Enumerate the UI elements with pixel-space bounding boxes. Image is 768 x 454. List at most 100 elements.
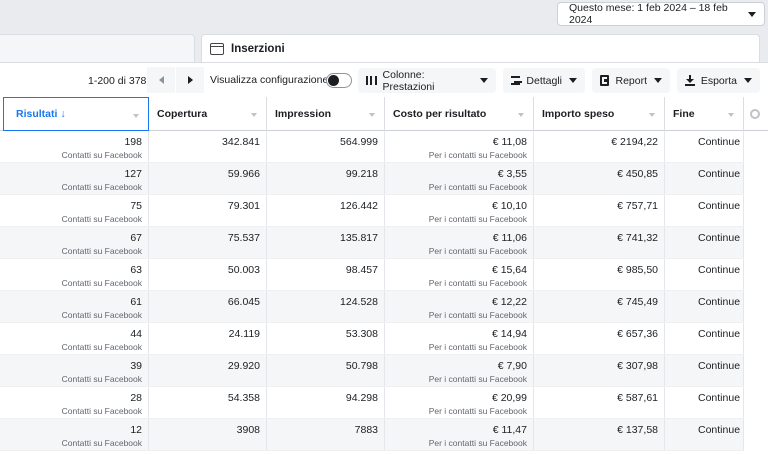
column-header-cost-per-result[interactable]: Costo per risultato xyxy=(385,97,534,131)
column-menu-icon[interactable] xyxy=(518,113,524,117)
cell-amount-spent-value: € 450,85 xyxy=(617,168,658,180)
cell-amount-spent-value: € 745,49 xyxy=(617,296,658,308)
table-row[interactable]: 127 Contatti su Facebook 59.966 99.218 € 3,5… xyxy=(0,163,744,195)
cell-cost-per-result: € 20,99 Per i contatti su Facebook xyxy=(385,387,534,419)
cell-results: 28 Contatti su Facebook xyxy=(3,387,149,419)
cell-reach: 24.119 xyxy=(149,323,267,355)
tab-ads-label: Inserzioni xyxy=(231,42,285,55)
cell-results: 12 Contatti su Facebook xyxy=(3,419,149,451)
column-header-reach[interactable]: Copertura xyxy=(149,97,267,131)
view-configuration-toggle[interactable] xyxy=(326,73,352,88)
cell-cost-per-result: € 7,90 Per i contatti su Facebook xyxy=(385,355,534,387)
column-header-label: Impression xyxy=(275,108,332,120)
table-row[interactable]: 75 Contatti su Facebook 79.301 126.442 € 10,… xyxy=(0,195,744,227)
cell-reach-value: 75.537 xyxy=(227,232,260,244)
cell-cost-per-result-subtext: Per i contatti su Facebook xyxy=(428,182,527,192)
column-header-impressions[interactable]: Impression xyxy=(267,97,385,131)
cell-results-value: 12 xyxy=(130,424,142,436)
previous-page-button[interactable] xyxy=(147,67,175,93)
cell-cost-per-result-value: € 15,64 xyxy=(491,264,527,276)
cell-amount-spent-value: € 985,50 xyxy=(617,264,658,276)
cell-impressions-value: 94.298 xyxy=(345,392,378,404)
column-menu-icon[interactable] xyxy=(133,114,139,118)
tab-ads[interactable]: Inserzioni xyxy=(201,34,760,62)
table-row[interactable]: 198 Contatti su Facebook 342.841 564.999 € 1… xyxy=(0,131,744,163)
cell-end: Continue xyxy=(665,131,744,163)
cell-cost-per-result-value: € 11,06 xyxy=(492,232,527,244)
cell-reach-value: 342.841 xyxy=(222,136,260,148)
cell-end-value: Continue xyxy=(698,264,741,276)
cell-cost-per-result-value: € 14,94 xyxy=(491,328,527,340)
cell-cost-per-result-subtext: Per i contatti su Facebook xyxy=(428,310,527,320)
cell-impressions-value: 135.817 xyxy=(340,232,378,244)
report-icon xyxy=(600,75,610,86)
column-menu-icon[interactable] xyxy=(649,113,655,117)
cell-reach: 342.841 xyxy=(149,131,267,163)
cell-results-subtext: Contatti su Facebook xyxy=(61,246,142,256)
column-menu-icon[interactable] xyxy=(728,113,734,117)
cell-results: 63 Contatti su Facebook xyxy=(3,259,149,291)
column-menu-icon[interactable] xyxy=(369,113,375,117)
cell-amount-spent: € 2194,22 xyxy=(534,131,665,163)
cell-cost-per-result-value: € 11,08 xyxy=(492,136,527,148)
table-row[interactable]: 39 Contatti su Facebook 29.920 50.798 € 7,90… xyxy=(0,355,744,387)
cell-cost-per-result-subtext: Per i contatti su Facebook xyxy=(428,246,527,256)
column-menu-icon[interactable] xyxy=(251,113,257,117)
date-range-picker[interactable]: Questo mese: 1 feb 2024 – 18 feb 2024 xyxy=(557,2,765,26)
level-tabs: Inserzioni xyxy=(0,30,768,62)
details-button[interactable]: Dettagli xyxy=(503,68,585,93)
table-toolbar: 1-200 di 378 Visualizza configurazione C… xyxy=(0,62,768,97)
cell-impressions: 135.817 xyxy=(267,227,385,259)
cell-impressions-value: 98.457 xyxy=(345,264,378,276)
export-button[interactable]: Esporta xyxy=(677,68,760,93)
cell-results-value: 67 xyxy=(130,232,142,244)
cell-results-subtext: Contatti su Facebook xyxy=(61,374,142,384)
column-header-end[interactable]: Fine xyxy=(665,97,744,131)
column-header-label: Costo per risultato xyxy=(393,108,487,120)
cell-impressions: 94.298 xyxy=(267,387,385,419)
cell-cost-per-result-subtext: Per i contatti su Facebook xyxy=(428,342,527,352)
pagination-range: 1-200 di 378 xyxy=(88,75,147,87)
details-icon xyxy=(511,76,523,85)
settings-gear-icon[interactable] xyxy=(750,109,760,119)
ads-table: Risultati ↓ Copertura Impression Costo p… xyxy=(0,97,768,454)
cell-reach: 66.045 xyxy=(149,291,267,323)
cell-cost-per-result-subtext: Per i contatti su Facebook xyxy=(428,278,527,288)
view-configuration-label: Visualizza configurazione xyxy=(210,74,329,86)
cell-end: Continue xyxy=(665,387,744,419)
column-header-results[interactable]: Risultati ↓ xyxy=(3,97,149,131)
table-row[interactable]: 61 Contatti su Facebook 66.045 124.528 € 12,… xyxy=(0,291,744,323)
table-row[interactable]: 67 Contatti su Facebook 75.537 135.817 € 11,… xyxy=(0,227,744,259)
cell-results: 61 Contatti su Facebook xyxy=(3,291,149,323)
cell-reach: 75.537 xyxy=(149,227,267,259)
cell-reach-value: 3908 xyxy=(236,424,260,436)
column-header-label: Risultati ↓ xyxy=(16,108,66,120)
tab-previous-level[interactable] xyxy=(0,34,195,62)
next-page-button[interactable] xyxy=(176,67,204,93)
columns-button[interactable]: Colonne: Prestazioni xyxy=(358,68,496,93)
cell-end: Continue xyxy=(665,195,744,227)
cell-end: Continue xyxy=(665,163,744,195)
cell-amount-spent-value: € 2194,22 xyxy=(611,136,658,148)
cell-cost-per-result-value: € 3,55 xyxy=(497,168,527,180)
cell-reach: 3908 xyxy=(149,419,267,451)
cell-cost-per-result-value: € 20,99 xyxy=(491,392,527,404)
cell-end: Continue xyxy=(665,355,744,387)
cell-amount-spent: € 741,32 xyxy=(534,227,665,259)
cell-amount-spent: € 587,61 xyxy=(534,387,665,419)
cell-cost-per-result-subtext: Per i contatti su Facebook xyxy=(428,374,527,384)
cell-reach-value: 29.920 xyxy=(227,360,260,372)
table-row[interactable]: 12 Contatti su Facebook 3908 7883 € 11,47 Per… xyxy=(0,419,744,451)
cell-cost-per-result: € 12,22 Per i contatti su Facebook xyxy=(385,291,534,323)
chevron-left-icon xyxy=(158,76,164,84)
table-row[interactable]: 44 Contatti su Facebook 24.119 53.308 € 14,9… xyxy=(0,323,744,355)
table-row[interactable]: 28 Contatti su Facebook 54.358 94.298 € 20,9… xyxy=(0,387,744,419)
toggle-knob xyxy=(328,75,339,86)
cell-cost-per-result-value: € 12,22 xyxy=(491,296,527,308)
table-row[interactable]: 63 Contatti su Facebook 50.003 98.457 € 15,6… xyxy=(0,259,744,291)
column-header-amount-spent[interactable]: Importo speso xyxy=(534,97,665,131)
calendar-tab-icon xyxy=(210,42,224,55)
cell-impressions: 124.528 xyxy=(267,291,385,323)
cell-reach-value: 66.045 xyxy=(227,296,260,308)
report-button[interactable]: Report xyxy=(592,68,670,93)
